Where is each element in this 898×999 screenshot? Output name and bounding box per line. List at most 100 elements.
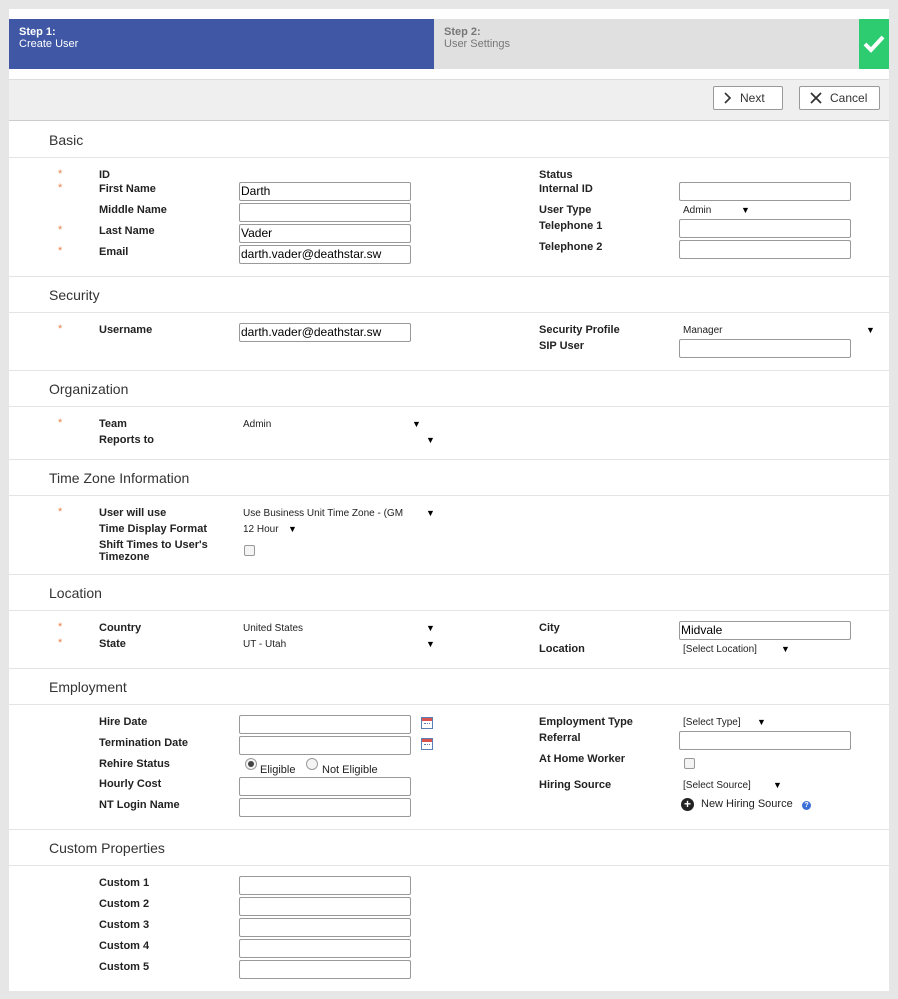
custom-3-input[interactable] (239, 918, 411, 937)
chevron-down-icon[interactable]: ▼ (288, 524, 297, 534)
termination-date-label: Termination Date (99, 737, 189, 749)
time-format-select[interactable]: 12 Hour (243, 524, 279, 535)
divider (9, 157, 889, 158)
organization-section-title: Organization (49, 381, 129, 397)
custom-2-label: Custom 2 (99, 898, 150, 910)
divider (9, 312, 889, 313)
employment-type-select[interactable]: [Select Type] (683, 717, 741, 728)
custom-5-label: Custom 5 (99, 961, 150, 973)
employment-type-label: Employment Type (539, 716, 633, 728)
hourly-cost-label: Hourly Cost (99, 778, 162, 790)
state-select[interactable]: UT - Utah (243, 639, 286, 650)
divider (9, 668, 889, 669)
username-input[interactable]: darth.vader@deathstar.sw (239, 323, 411, 342)
security-profile-select[interactable]: Manager (683, 325, 722, 336)
nt-login-name-input[interactable] (239, 798, 411, 817)
termination-date-input[interactable] (239, 736, 411, 755)
divider (9, 865, 889, 866)
at-home-worker-checkbox[interactable] (684, 758, 695, 769)
chevron-down-icon[interactable]: ▼ (781, 644, 790, 654)
hire-date-input[interactable] (239, 715, 411, 734)
custom-1-input[interactable] (239, 876, 411, 895)
first-name-input[interactable]: Darth (239, 182, 411, 201)
next-button[interactable]: Next (713, 86, 783, 110)
chevron-down-icon[interactable]: ▼ (741, 205, 750, 215)
email-input[interactable]: darth.vader@deathstar.sw (239, 245, 411, 264)
custom-2-input[interactable] (239, 897, 411, 916)
first-name-label: First Name (99, 183, 156, 195)
middle-name-input[interactable] (239, 203, 411, 222)
required-marker: * (58, 621, 63, 633)
internal-id-label: Internal ID (539, 183, 593, 195)
user-will-use-label: User will use (99, 507, 167, 519)
telephone-2-input[interactable] (679, 240, 851, 259)
hourly-cost-input[interactable] (239, 777, 411, 796)
internal-id-input[interactable] (679, 182, 851, 201)
team-select[interactable]: Admin (243, 419, 271, 430)
shift-times-checkbox[interactable] (244, 545, 255, 556)
telephone-1-input[interactable] (679, 219, 851, 238)
chevron-down-icon[interactable]: ▼ (412, 419, 421, 429)
hire-date-label: Hire Date (99, 716, 148, 728)
shift-times-label-line2: Timezone (99, 551, 150, 563)
wizard-steps: Step 1: Create User Step 2: User Setting… (9, 19, 889, 69)
status-label: Status (539, 169, 573, 181)
cancel-button[interactable]: Cancel (799, 86, 880, 110)
email-label: Email (99, 246, 129, 258)
location-section-title: Location (49, 585, 102, 601)
referral-input[interactable] (679, 731, 851, 750)
step-1-title: Step 1: (19, 26, 56, 38)
divider (9, 370, 889, 371)
required-marker: * (58, 245, 63, 257)
location-label: Location (539, 643, 585, 655)
step-2-subtitle: User Settings (444, 38, 511, 50)
sip-user-input[interactable] (679, 339, 851, 358)
security-profile-label: Security Profile (539, 324, 620, 336)
required-marker: * (58, 168, 63, 180)
close-icon (810, 92, 822, 104)
step-2-tab[interactable]: Step 2: User Settings (434, 19, 859, 69)
chevron-down-icon[interactable]: ▼ (757, 717, 766, 727)
required-marker: * (58, 506, 63, 518)
calendar-icon[interactable] (421, 738, 433, 750)
telephone-1-label: Telephone 1 (539, 220, 603, 232)
complete-button[interactable] (859, 19, 889, 69)
eligible-radio[interactable] (245, 758, 257, 770)
chevron-down-icon[interactable]: ▼ (426, 623, 435, 633)
username-label: Username (99, 324, 153, 336)
calendar-icon[interactable] (421, 717, 433, 729)
divider (9, 276, 889, 277)
shift-times-label: Shift Times to User's (99, 539, 208, 551)
divider (9, 610, 889, 611)
security-section-title: Security (49, 287, 100, 303)
add-icon[interactable]: + (681, 798, 694, 811)
location-select[interactable]: [Select Location] (683, 644, 757, 655)
city-label: City (539, 622, 560, 634)
required-marker: * (58, 182, 63, 194)
chevron-down-icon[interactable]: ▼ (426, 639, 435, 649)
city-input[interactable]: Midvale (679, 621, 851, 640)
divider (9, 495, 889, 496)
custom-4-input[interactable] (239, 939, 411, 958)
user-type-select[interactable]: Admin (683, 205, 711, 216)
time-zone-select[interactable]: Use Business Unit Time Zone - (GM (243, 508, 403, 519)
toolbar: Next Cancel (9, 79, 889, 121)
last-name-input[interactable]: Vader (239, 224, 411, 243)
reports-to-label: Reports to (99, 434, 154, 446)
basic-section-title: Basic (49, 132, 84, 148)
new-hiring-source-link[interactable]: New Hiring Source (701, 798, 793, 810)
chevron-down-icon[interactable]: ▼ (866, 325, 875, 335)
not-eligible-radio[interactable] (306, 758, 318, 770)
custom-5-input[interactable] (239, 960, 411, 979)
sip-user-label: SIP User (539, 340, 585, 352)
step-1-tab[interactable]: Step 1: Create User (9, 19, 434, 69)
help-icon[interactable]: ? (802, 801, 811, 810)
chevron-down-icon[interactable]: ▼ (426, 435, 435, 445)
country-select[interactable]: United States (243, 623, 303, 634)
employment-section-title: Employment (49, 679, 127, 695)
divider (9, 459, 889, 460)
hiring-source-select[interactable]: [Select Source] (683, 780, 751, 791)
at-home-worker-label: At Home Worker (539, 753, 625, 765)
chevron-down-icon[interactable]: ▼ (773, 780, 782, 790)
chevron-down-icon[interactable]: ▼ (426, 508, 435, 518)
